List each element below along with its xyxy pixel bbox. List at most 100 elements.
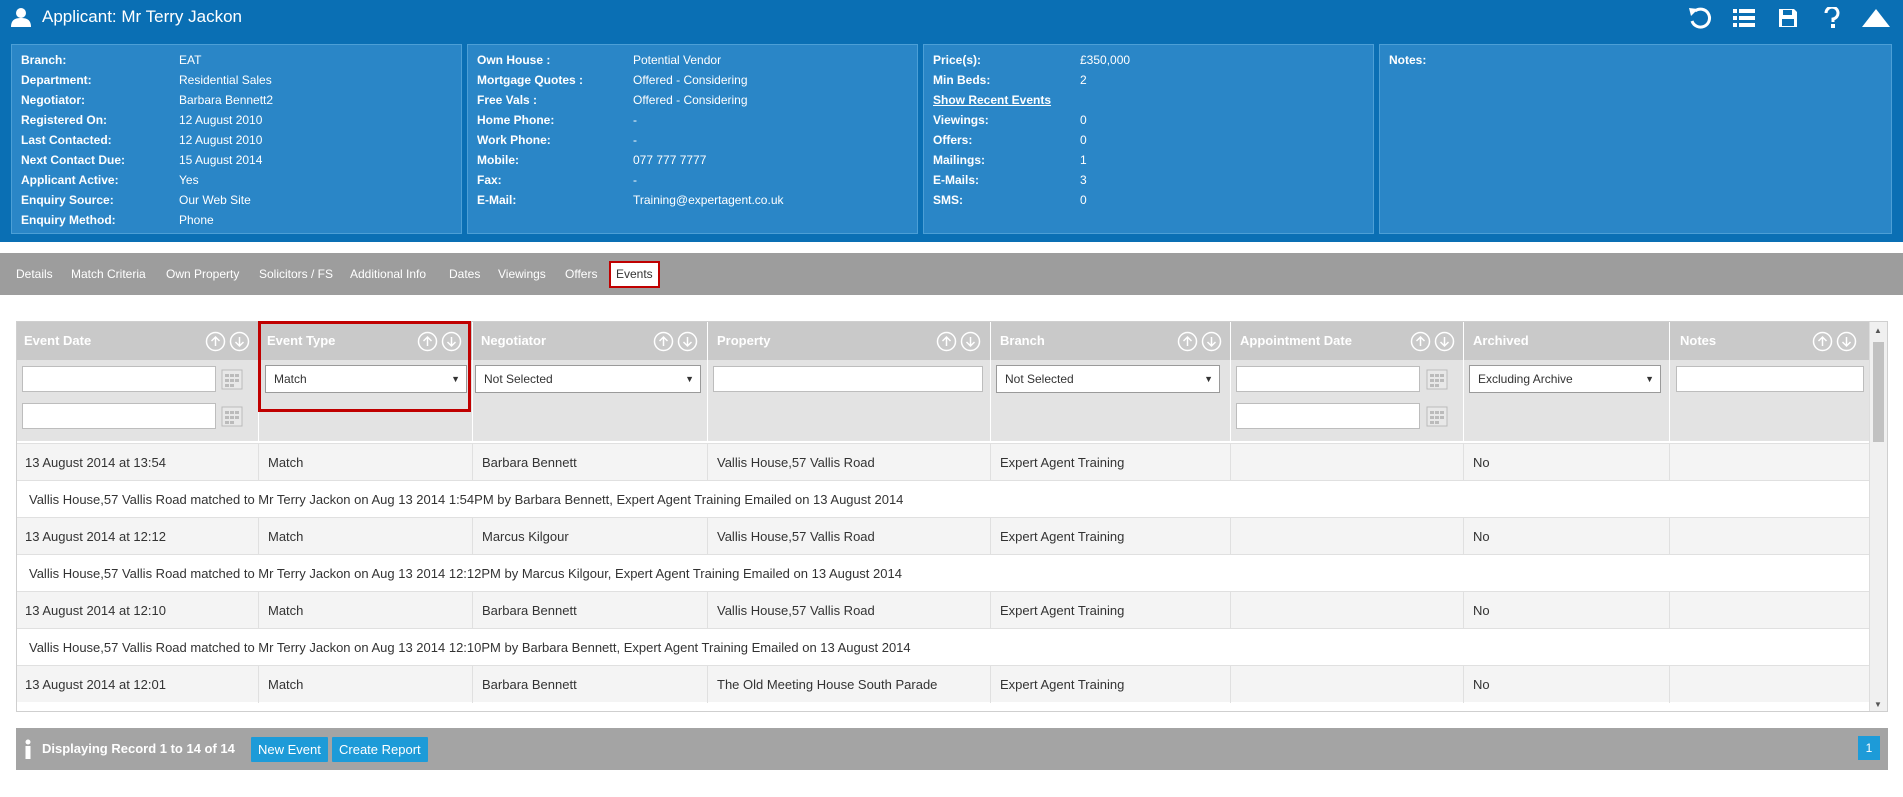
dropdown-arrow-icon: ▼ xyxy=(685,374,694,384)
table-row[interactable]: 13 August 2014 at 12:01 Match Barbara Be… xyxy=(17,665,1869,703)
appointment-date-to-input[interactable] xyxy=(1236,403,1420,429)
tab-events[interactable]: Events xyxy=(609,261,660,288)
sort-controls[interactable] xyxy=(1812,331,1857,352)
sort-up-icon[interactable] xyxy=(653,331,674,352)
col-branch[interactable]: Branch xyxy=(993,322,1045,360)
price-label: Price(s): xyxy=(933,53,982,67)
event-type-cell: Match xyxy=(268,529,304,544)
info-icon xyxy=(25,739,31,759)
sort-up-icon[interactable] xyxy=(1812,331,1833,352)
sort-up-icon[interactable] xyxy=(1177,331,1198,352)
mortgage-quotes-label: Mortgage Quotes : xyxy=(477,73,584,87)
notes-label: Notes: xyxy=(1389,53,1427,67)
event-detail-text: Vallis House,57 Vallis Road matched to M… xyxy=(29,566,902,581)
sort-controls[interactable] xyxy=(1177,331,1222,352)
save-icon[interactable] xyxy=(1773,4,1803,32)
col-event-date[interactable]: Event Date xyxy=(17,322,91,360)
contact-details-panel: Own House : Potential Vendor Mortgage Quo… xyxy=(467,44,918,234)
negotiator-value: Barbara Bennett2 xyxy=(179,93,274,107)
list-icon[interactable] xyxy=(1729,4,1759,32)
home-phone-label: Home Phone: xyxy=(477,113,555,127)
scroll-up-icon[interactable]: ▲ xyxy=(1874,326,1882,335)
price-value: £350,000 xyxy=(1080,53,1131,67)
mortgage-quotes-value: Offered - Considering xyxy=(633,73,748,87)
property-cell: Vallis House,57 Vallis Road xyxy=(717,455,875,470)
help-icon[interactable] xyxy=(1817,4,1847,32)
column-divider xyxy=(1463,322,1464,441)
sort-up-icon[interactable] xyxy=(1410,331,1431,352)
tab-own-property[interactable]: Own Property xyxy=(166,264,239,285)
col-archived[interactable]: Archived xyxy=(1466,322,1529,360)
table-row[interactable]: 13 August 2014 at 13:54 Match Barbara Be… xyxy=(17,443,1869,481)
table-row[interactable]: 13 August 2014 at 12:12 Match Marcus Kil… xyxy=(17,517,1869,555)
event-date-to-input[interactable] xyxy=(22,403,216,429)
branch-value: EAT xyxy=(179,53,202,67)
fax-label: Fax: xyxy=(477,173,502,187)
sms-label: SMS: xyxy=(933,193,963,207)
own-house-label: Own House : xyxy=(477,53,551,67)
tab-details[interactable]: Details xyxy=(16,264,53,285)
sort-up-icon[interactable] xyxy=(936,331,957,352)
col-property[interactable]: Property xyxy=(710,322,770,360)
sort-down-icon[interactable] xyxy=(960,331,981,352)
tab-additional-info[interactable]: Additional Info xyxy=(350,264,426,285)
tab-dates[interactable]: Dates xyxy=(449,264,480,285)
collapse-up-icon[interactable] xyxy=(1861,4,1891,32)
negotiator-cell: Barbara Bennett xyxy=(482,455,577,470)
col-appointment-date[interactable]: Appointment Date xyxy=(1233,322,1352,360)
next-contact-label: Next Contact Due: xyxy=(21,153,126,167)
sort-controls[interactable] xyxy=(1410,331,1455,352)
branch-select-value: Not Selected xyxy=(1005,372,1074,386)
requirements-panel: Price(s): £350,000 Min Beds: 2 Show Recent… xyxy=(923,44,1374,234)
sort-down-icon[interactable] xyxy=(677,331,698,352)
branch-select[interactable]: Not Selected ▼ xyxy=(996,365,1220,393)
archived-select[interactable]: Excluding Archive ▼ xyxy=(1469,365,1661,393)
enquiry-method-label: Enquiry Method: xyxy=(21,213,116,227)
calendar-icon[interactable] xyxy=(220,404,244,428)
sort-down-icon[interactable] xyxy=(1201,331,1222,352)
grid-scrollbar[interactable]: ▲ ▼ xyxy=(1869,322,1887,711)
col-notes[interactable]: Notes xyxy=(1673,322,1716,360)
branch-cell: Expert Agent Training xyxy=(1000,529,1125,544)
page-title: Applicant: Mr Terry Jackon xyxy=(42,7,242,26)
sort-controls[interactable] xyxy=(653,331,698,352)
negotiator-select-value: Not Selected xyxy=(484,372,553,386)
sort-up-icon[interactable] xyxy=(205,331,226,352)
create-report-button[interactable]: Create Report xyxy=(332,737,428,762)
mobile-value: 077 777 7777 xyxy=(633,153,707,167)
appointment-date-cell xyxy=(1232,444,1240,481)
calendar-icon[interactable] xyxy=(1425,404,1449,428)
negotiator-select[interactable]: Not Selected ▼ xyxy=(475,365,701,393)
sort-down-icon[interactable] xyxy=(229,331,250,352)
sort-down-icon[interactable] xyxy=(1836,331,1857,352)
sort-controls[interactable] xyxy=(936,331,981,352)
notes-cell xyxy=(1671,444,1679,481)
undo-icon[interactable] xyxy=(1685,4,1715,32)
page-number-button[interactable]: 1 xyxy=(1858,736,1880,760)
sort-controls[interactable] xyxy=(205,331,250,352)
notes-filter-input[interactable] xyxy=(1676,366,1864,392)
event-date-cell: 13 August 2014 at 12:12 xyxy=(25,529,166,544)
calendar-icon[interactable] xyxy=(220,367,244,391)
tab-match-criteria[interactable]: Match Criteria xyxy=(71,264,146,285)
applicant-active-value: Yes xyxy=(179,173,199,187)
table-row[interactable]: 13 August 2014 at 12:10 Match Barbara Be… xyxy=(17,591,1869,629)
scroll-down-icon[interactable]: ▼ xyxy=(1874,700,1882,709)
tab-solicitors-fs[interactable]: Solicitors / FS xyxy=(259,264,333,285)
appointment-date-from-input[interactable] xyxy=(1236,366,1420,392)
dropdown-arrow-icon: ▼ xyxy=(1645,374,1654,384)
sms-value: 0 xyxy=(1080,193,1087,207)
event-date-from-input[interactable] xyxy=(22,366,216,392)
calendar-icon[interactable] xyxy=(1425,367,1449,391)
scrollbar-thumb[interactable] xyxy=(1873,342,1884,442)
tab-viewings[interactable]: Viewings xyxy=(498,264,546,285)
email-label: E-Mail: xyxy=(477,193,517,207)
property-filter-input[interactable] xyxy=(713,366,983,392)
tab-offers[interactable]: Offers xyxy=(565,264,597,285)
sort-down-icon[interactable] xyxy=(1434,331,1455,352)
new-event-button[interactable]: New Event xyxy=(251,737,328,762)
last-contacted-value: 12 August 2010 xyxy=(179,133,263,147)
appointment-date-cell xyxy=(1232,518,1240,555)
show-recent-events-link[interactable]: Show Recent Events xyxy=(933,90,1051,110)
col-negotiator[interactable]: Negotiator xyxy=(474,322,546,360)
